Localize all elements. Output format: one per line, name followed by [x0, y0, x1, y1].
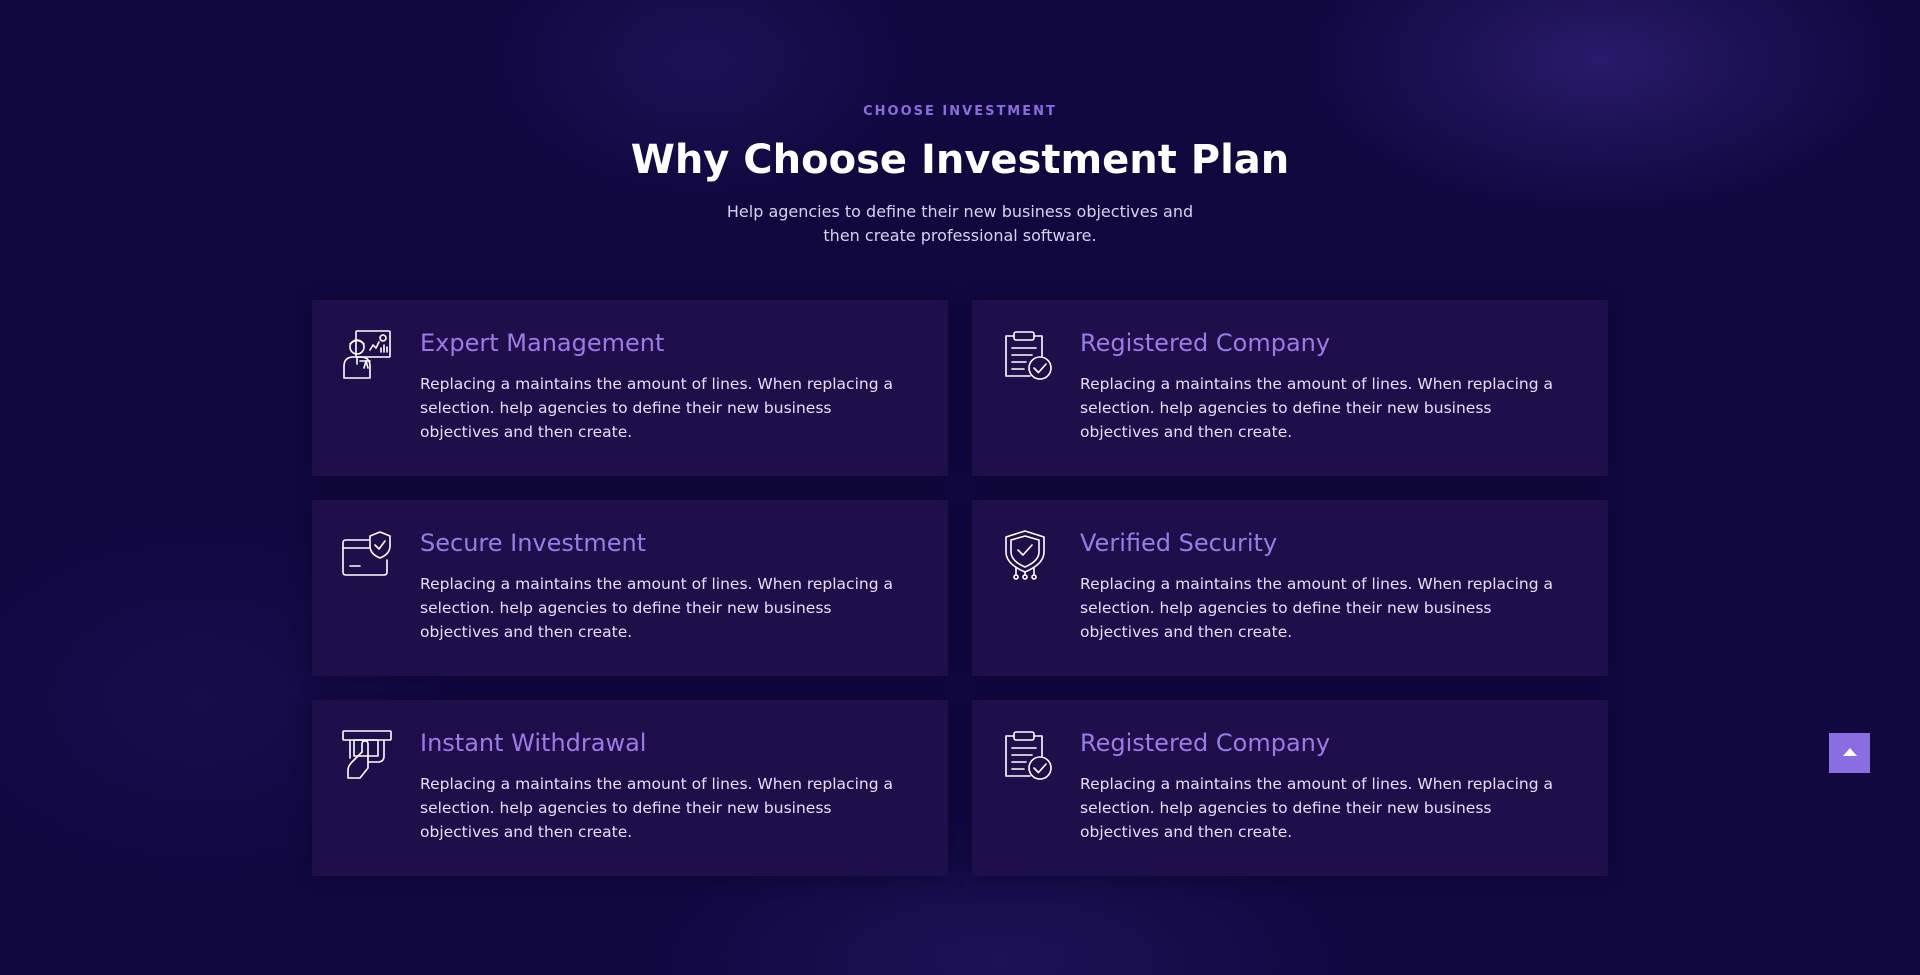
- feature-title: Secure Investment: [420, 529, 647, 557]
- feature-card-instant-withdrawal: Instant Withdrawal Replacing a maintains…: [312, 700, 948, 876]
- section-title: Why Choose Investment Plan: [630, 137, 1290, 183]
- feature-title: Verified Security: [1080, 529, 1278, 557]
- atm-withdrawal-icon: [340, 728, 394, 782]
- feature-card-verified-security: Verified Security Replacing a maintains …: [972, 500, 1608, 676]
- feature-text: Replacing a maintains the amount of line…: [1080, 775, 1553, 841]
- section-eyebrow: CHOOSE INVESTMENT: [863, 104, 1057, 119]
- feature-title: Registered Company: [1080, 729, 1331, 757]
- feature-text: Replacing a maintains the amount of line…: [1080, 375, 1553, 441]
- feature-text: Replacing a maintains the amount of line…: [420, 575, 893, 641]
- feature-title: Instant Withdrawal: [420, 729, 647, 757]
- feature-text: Replacing a maintains the amount of line…: [420, 375, 893, 441]
- feature-grid: Expert Management Replacing a maintains …: [312, 300, 1608, 876]
- feature-card-registered-company: Registered Company Replacing a maintains…: [972, 300, 1608, 476]
- section-subtitle: Help agencies to define their new busine…: [726, 202, 1194, 245]
- feature-text: Replacing a maintains the amount of line…: [1080, 575, 1553, 641]
- expert-presenter-icon: [340, 328, 394, 382]
- feature-text: Replacing a maintains the amount of line…: [420, 775, 893, 841]
- clipboard-check-icon: [1000, 328, 1054, 382]
- shield-check-icon: [1000, 528, 1054, 582]
- arrow-up-icon: [1843, 748, 1857, 756]
- scroll-to-top-button[interactable]: [1829, 733, 1870, 773]
- feature-title: Expert Management: [420, 329, 665, 357]
- feature-card-secure-investment: Secure Investment Replacing a maintains …: [312, 500, 948, 676]
- feature-card-registered-company-2: Registered Company Replacing a maintains…: [972, 700, 1608, 876]
- feature-card-expert-management: Expert Management Replacing a maintains …: [312, 300, 948, 476]
- feature-title: Registered Company: [1080, 329, 1331, 357]
- card-shield-icon: [340, 528, 394, 582]
- clipboard-check-icon: [1000, 728, 1054, 782]
